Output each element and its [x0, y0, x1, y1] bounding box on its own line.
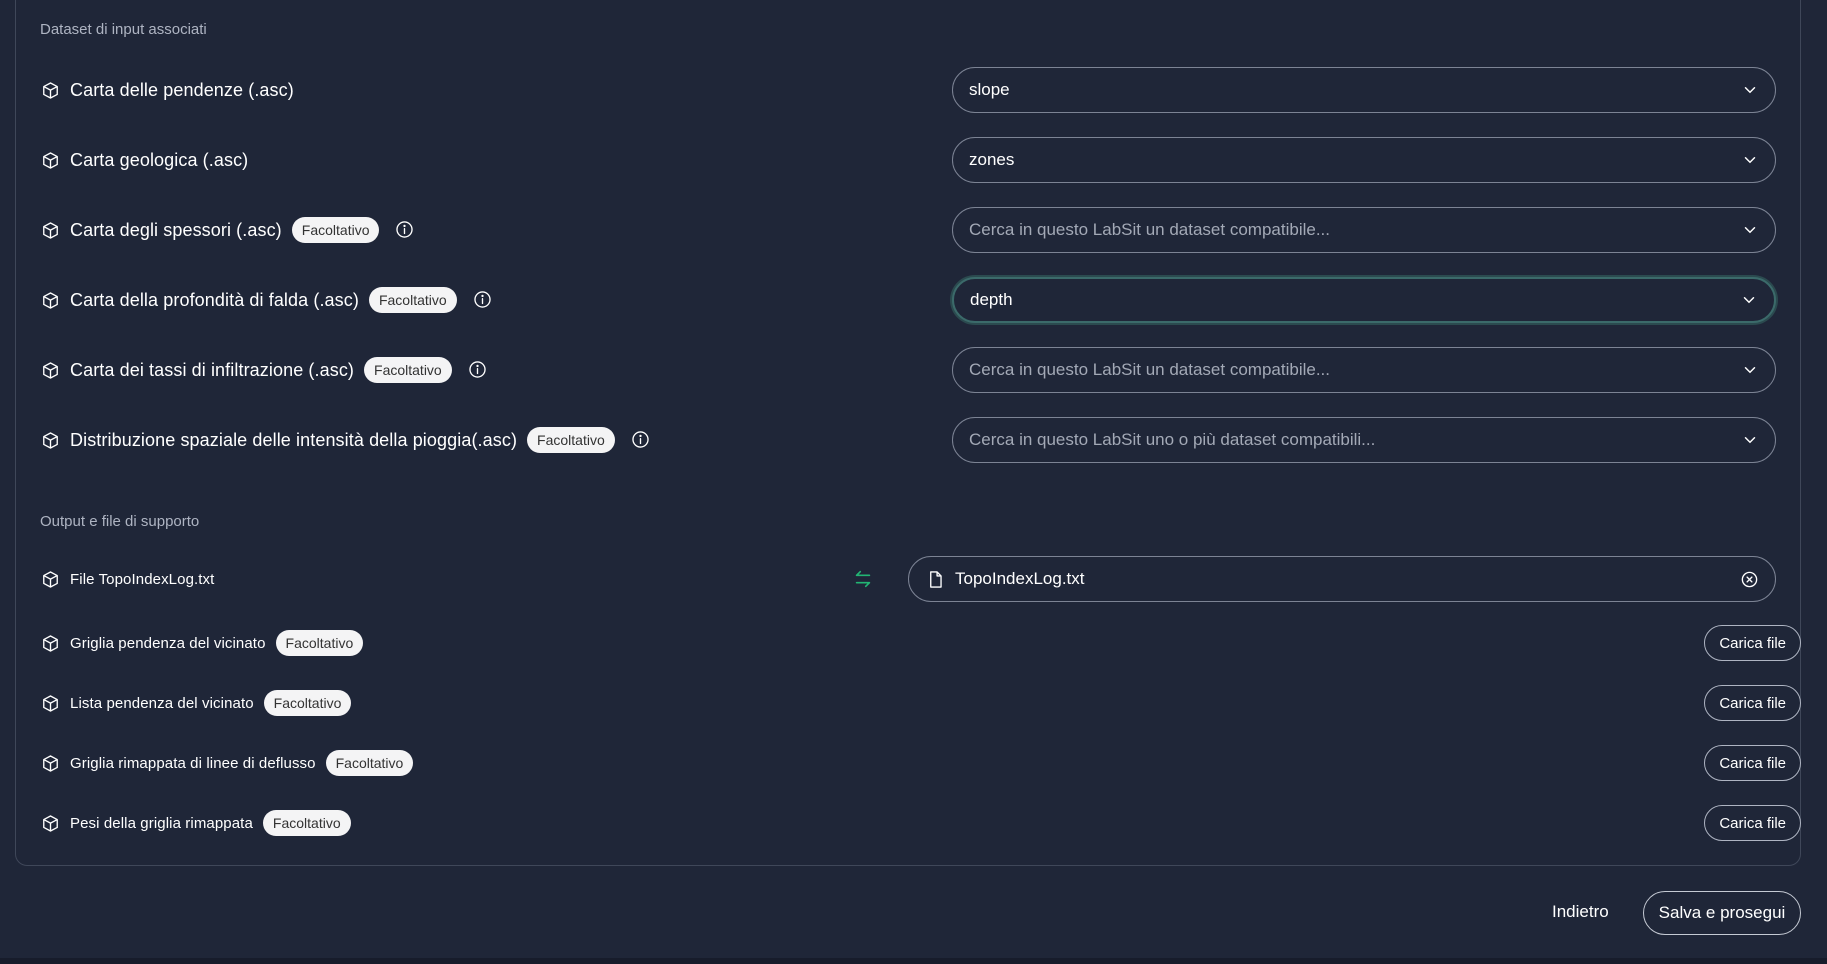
cube-icon: [40, 150, 60, 170]
output-row-remapped-flowlines: Griglia rimappata di linee di deflusso F…: [40, 745, 1801, 781]
output-label: Griglia pendenza del vicinato: [70, 634, 266, 652]
optional-badge: Facoltativo: [527, 427, 615, 453]
chevron-down-icon: [1741, 221, 1759, 239]
cube-icon: [40, 633, 60, 653]
thickness-select[interactable]: Cerca in questo LabSit un dataset compat…: [952, 207, 1776, 253]
input-label: Carta della profondità di falda (.asc): [70, 289, 359, 310]
select-value: depth: [970, 290, 1013, 309]
cube-icon: [40, 813, 60, 833]
clear-file-icon[interactable]: [1739, 569, 1759, 589]
chevron-down-icon: [1741, 151, 1759, 169]
output-label: Lista pendenza del vicinato: [70, 694, 254, 712]
optional-badge: Facoltativo: [364, 357, 452, 383]
save-continue-button[interactable]: Salva e prosegui: [1643, 891, 1801, 935]
info-icon[interactable]: [395, 220, 415, 240]
cube-icon: [40, 220, 60, 240]
output-label: Griglia rimappata di linee di deflusso: [70, 754, 316, 772]
chevron-down-icon: [1741, 431, 1759, 449]
inputs-section-title: Dataset di input associati: [40, 21, 207, 38]
bottom-bar: [0, 958, 1827, 964]
optional-badge: Facoltativo: [368, 287, 457, 313]
back-button[interactable]: Indietro: [1552, 902, 1609, 922]
cube-icon: [40, 753, 60, 773]
cube-icon: [40, 693, 60, 713]
input-label: Carta geologica (.asc): [70, 149, 249, 170]
input-label: Carta dei tassi di infiltrazione (.asc): [70, 359, 355, 380]
file-name: TopoIndexLog.txt: [955, 569, 1085, 588]
input-label: Distribuzione spaziale delle intensità d…: [70, 429, 518, 450]
upload-file-button[interactable]: Carica file: [1704, 745, 1801, 781]
cube-icon: [40, 290, 60, 310]
outputs-section-title: Output e file di supporto: [40, 513, 200, 530]
upload-file-button[interactable]: Carica file: [1704, 805, 1801, 841]
optional-badge: Facoltativo: [325, 750, 414, 776]
select-placeholder: Cerca in questo LabSit un dataset compat…: [969, 360, 1330, 379]
file-icon: [925, 569, 945, 589]
output-row-remapped-weights: Pesi della griglia rimappata Facoltativo: [40, 805, 1801, 841]
info-icon[interactable]: [473, 290, 493, 310]
info-icon[interactable]: [468, 360, 488, 380]
optional-badge: Facoltativo: [262, 810, 351, 836]
output-row-neighbour-slope-grid: Griglia pendenza del vicinato Facoltativ…: [40, 625, 1801, 661]
select-placeholder: Cerca in questo LabSit uno o più dataset…: [969, 430, 1376, 449]
swap-arrows-icon[interactable]: [852, 568, 874, 590]
geology-select[interactable]: zones: [952, 137, 1776, 183]
output-label: Pesi della griglia rimappata: [70, 814, 253, 832]
chevron-down-icon: [1741, 361, 1759, 379]
cube-icon: [40, 360, 60, 380]
input-label: Carta delle pendenze (.asc): [70, 79, 294, 100]
depth-select[interactable]: depth: [952, 277, 1776, 323]
infiltration-select[interactable]: Cerca in questo LabSit un dataset compat…: [952, 347, 1776, 393]
cube-icon: [40, 569, 60, 589]
input-label: Carta degli spessori (.asc): [70, 219, 282, 240]
topoindexlog-file-field[interactable]: TopoIndexLog.txt: [908, 556, 1776, 602]
cube-icon: [40, 430, 60, 450]
select-value: slope: [969, 80, 1010, 99]
slope-select[interactable]: slope: [952, 67, 1776, 113]
chevron-down-icon: [1740, 291, 1758, 309]
optional-badge: Facoltativo: [263, 690, 352, 716]
optional-badge: Facoltativo: [291, 217, 380, 243]
output-row-neighbour-slope-list: Lista pendenza del vicinato Facoltativo: [40, 685, 1801, 721]
select-value: zones: [969, 150, 1015, 169]
optional-badge: Facoltativo: [275, 630, 364, 656]
select-placeholder: Cerca in questo LabSit un dataset compat…: [969, 220, 1330, 239]
upload-file-button[interactable]: Carica file: [1704, 625, 1801, 661]
cube-icon: [40, 80, 60, 100]
upload-file-button[interactable]: Carica file: [1704, 685, 1801, 721]
page: Dataset di input associati Carta delle p…: [0, 0, 1827, 964]
info-icon[interactable]: [631, 430, 651, 450]
output-label: File TopoIndexLog.txt: [70, 570, 215, 588]
chevron-down-icon: [1741, 81, 1759, 99]
rainfall-select[interactable]: Cerca in questo LabSit uno o più dataset…: [952, 417, 1776, 463]
